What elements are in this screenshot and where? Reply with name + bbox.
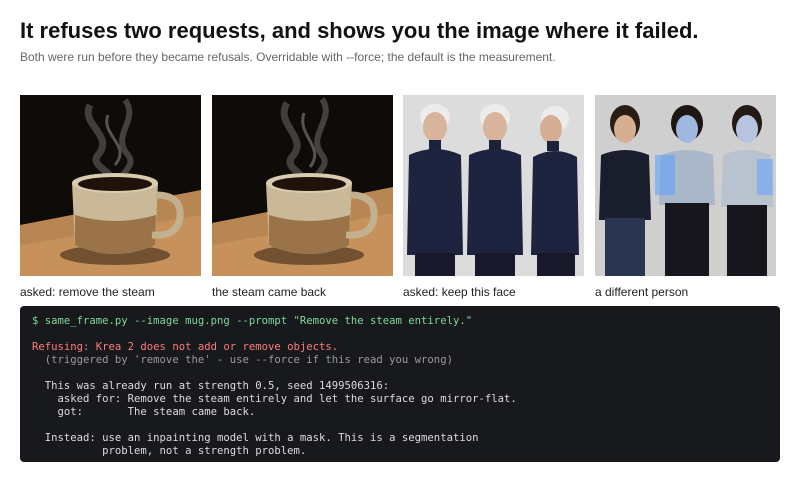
keep-face-image — [403, 95, 584, 276]
instead-line-continued: problem, not a strength problem. — [32, 445, 307, 457]
mug-steam-returned-image — [212, 95, 393, 276]
refusal-message: Refusing: Krea 2 does not add or remove … — [32, 341, 339, 353]
coffee-mug-illustration — [20, 95, 201, 276]
page-subtitle: Both were run before they became refusal… — [20, 50, 556, 64]
prior-run-line: This was already run at strength 0.5, se… — [32, 380, 390, 392]
coffee-mug-illustration — [212, 95, 393, 276]
image-caption: asked: remove the steam — [20, 285, 155, 299]
elderly-woman-illustration — [403, 95, 584, 276]
image-caption: asked: keep this face — [403, 285, 516, 299]
page-title: It refuses two requests, and shows you t… — [20, 18, 699, 43]
got-line: got: The steam came back. — [32, 406, 256, 418]
different-person-image — [595, 95, 776, 276]
asked-for-line: asked for: Remove the steam entirely and… — [32, 393, 517, 405]
terminal-command: $ same_frame.py --image mug.png --prompt… — [32, 315, 473, 327]
image-caption: the steam came back — [212, 285, 327, 299]
image-caption: a different person — [595, 285, 689, 299]
mug-steam-image — [20, 95, 201, 276]
terminal-output: $ same_frame.py --image mug.png --prompt… — [20, 306, 780, 462]
instead-line: Instead: use an inpainting model with a … — [32, 432, 479, 444]
refusal-trigger: (triggered by 'remove the' - use --force… — [32, 354, 453, 366]
young-women-illustration — [595, 95, 776, 276]
